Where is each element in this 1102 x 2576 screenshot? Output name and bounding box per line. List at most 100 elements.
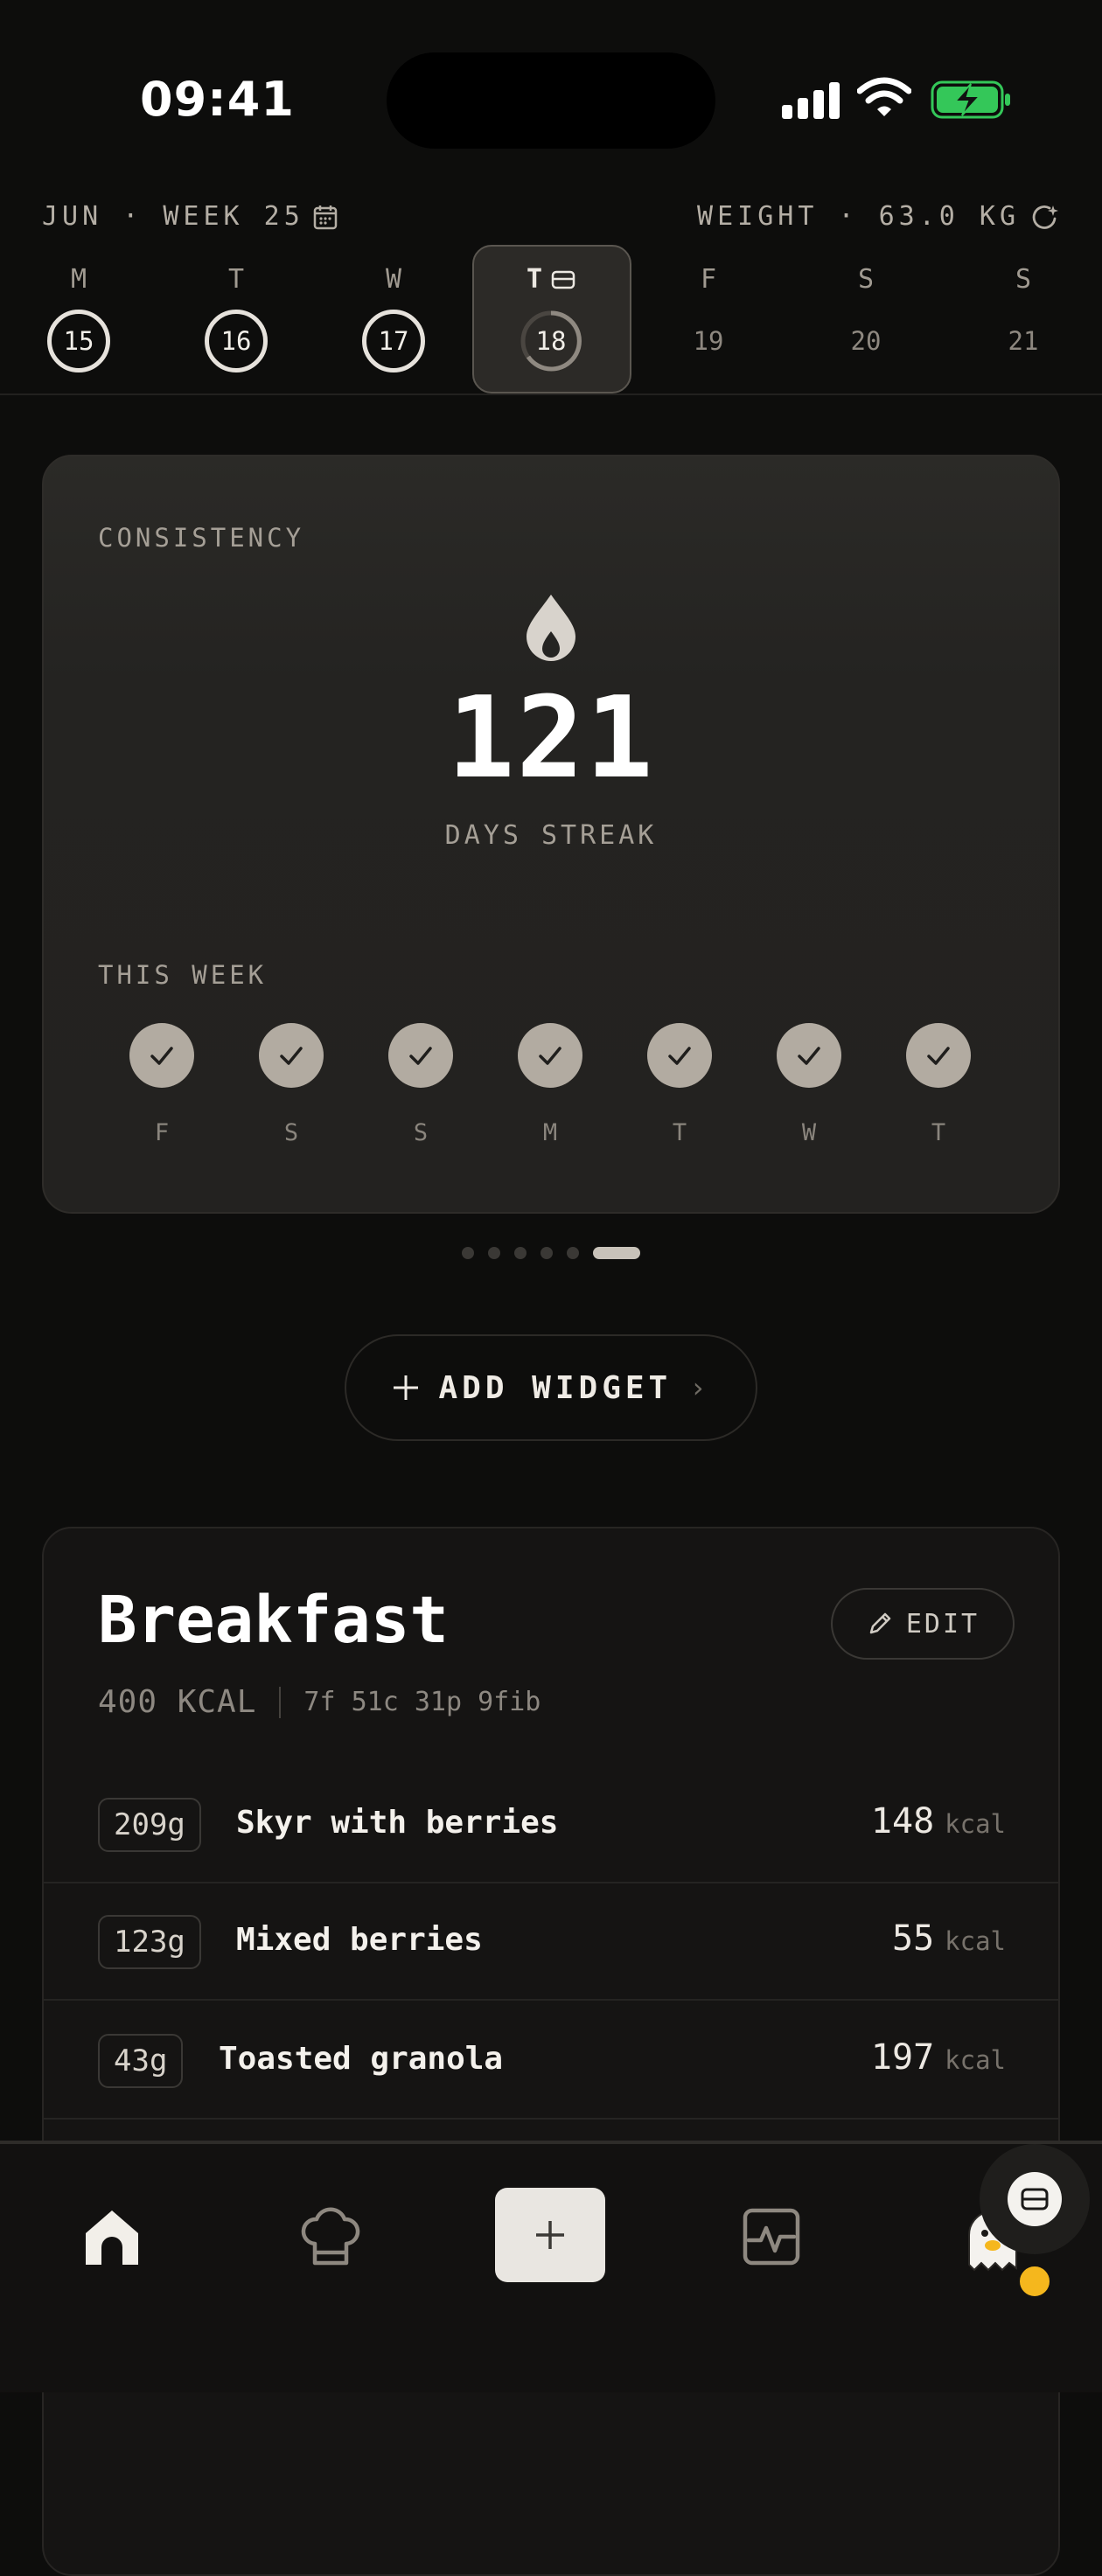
chef-hat-icon[interactable] xyxy=(296,2202,366,2272)
day-sun[interactable]: S 21 xyxy=(980,262,1067,372)
day-wed[interactable]: W 17 xyxy=(350,262,437,372)
food-name: Toasted granola xyxy=(219,2041,504,2077)
food-kcal: 55 kcal xyxy=(892,1918,1006,1959)
day-date: 16 xyxy=(205,310,268,372)
day-date: 15 xyxy=(47,310,110,372)
day-check-label: M xyxy=(542,1119,558,1146)
page-dot[interactable] xyxy=(488,1247,500,1259)
day-check-label: S xyxy=(283,1119,299,1146)
week-label[interactable]: JUN · WEEK 25 xyxy=(42,201,338,232)
food-quantity: 209g xyxy=(98,1798,201,1852)
add-widget-label: ADD WIDGET xyxy=(438,1369,673,1406)
day-letter: T xyxy=(227,264,245,295)
day-mon[interactable]: M 15 xyxy=(35,262,122,372)
kcal-value: 197 xyxy=(870,2037,935,2078)
checkmark-icon xyxy=(798,1047,820,1065)
checkmark-icon xyxy=(668,1047,691,1065)
summary-separator xyxy=(279,1686,282,1718)
food-row[interactable]: 123g Mixed berries 55 kcal xyxy=(44,1883,1058,2001)
checkmark-icon xyxy=(150,1047,173,1065)
edit-meal-button[interactable]: EDIT xyxy=(831,1588,1015,1660)
refresh-sparkle-icon xyxy=(1032,205,1058,229)
food-row[interactable]: 43g Toasted granola 197 kcal xyxy=(44,2002,1058,2120)
kcal-value: 55 xyxy=(891,1918,935,1959)
notification-badge xyxy=(1016,2263,1053,2300)
page-dot[interactable] xyxy=(593,1247,640,1259)
day-letter: M xyxy=(70,264,87,295)
day-letter: S xyxy=(857,264,875,295)
day-check xyxy=(259,1023,324,1088)
this-week-title: THIS WEEK xyxy=(98,960,268,990)
meal-kcal: 400 KCAL xyxy=(98,1684,257,1720)
inbox-icon xyxy=(1021,2188,1049,2210)
calendar-icon xyxy=(313,205,338,229)
streak-count: 121 xyxy=(447,673,655,804)
dynamic-island xyxy=(387,52,715,149)
cellular-signal-icon xyxy=(782,82,841,119)
day-check-label: T xyxy=(672,1119,687,1146)
day-check-label: S xyxy=(413,1119,429,1146)
weight-text: WEIGHT · 63.0 KG xyxy=(697,201,1020,232)
day-check-label: F xyxy=(154,1119,170,1146)
day-letter: S xyxy=(1015,264,1032,295)
activity-icon[interactable] xyxy=(736,2202,806,2272)
meal-summary: 400 KCAL 7f 51c 31p 9fib xyxy=(98,1684,541,1720)
home-icon[interactable] xyxy=(77,2202,147,2272)
day-letter: W xyxy=(385,264,402,295)
day-date-progress: 18 xyxy=(520,310,582,372)
page-dot[interactable] xyxy=(541,1247,553,1259)
day-check-label: T xyxy=(931,1119,946,1146)
day-check xyxy=(647,1023,712,1088)
food-quantity: 123g xyxy=(98,1915,201,1969)
food-quantity: 43g xyxy=(98,2034,184,2088)
edit-label: EDIT xyxy=(905,1608,980,1640)
header-divider xyxy=(0,393,1102,395)
plus-icon xyxy=(394,1375,419,1400)
checkmark-icon xyxy=(409,1047,432,1065)
kcal-value: 148 xyxy=(870,1801,935,1841)
page-dot[interactable] xyxy=(567,1247,579,1259)
day-letter-row: T xyxy=(507,262,595,297)
food-row[interactable]: 209g Skyr with berries 148 kcal xyxy=(44,1766,1058,1883)
day-check xyxy=(777,1023,841,1088)
day-date: 19 xyxy=(693,326,724,356)
day-date: 18 xyxy=(535,326,567,356)
food-name: Skyr with berries xyxy=(236,1805,559,1841)
weight-label[interactable]: WEIGHT · 63.0 KG xyxy=(697,201,1060,232)
day-check xyxy=(906,1023,971,1088)
meal-title: Breakfast xyxy=(98,1583,449,1658)
status-time: 09:41 xyxy=(140,72,295,127)
wifi-icon xyxy=(857,77,911,116)
day-date: 20 xyxy=(850,326,882,356)
day-sat[interactable]: S 20 xyxy=(822,262,910,372)
day-check xyxy=(388,1023,453,1088)
envelope-icon xyxy=(551,270,575,289)
day-fri[interactable]: F 19 xyxy=(665,262,752,372)
chevron-right-icon: › xyxy=(689,1371,711,1404)
food-kcal: 148 kcal xyxy=(871,1801,1006,1841)
day-letter: F xyxy=(700,264,717,295)
streak-label: DAYS STREAK xyxy=(444,820,658,851)
pencil-icon xyxy=(869,1612,891,1634)
day-check xyxy=(518,1023,582,1088)
food-name: Mixed berries xyxy=(236,1922,483,1958)
add-food-button[interactable] xyxy=(495,2188,605,2282)
plus-icon xyxy=(536,2221,564,2249)
kcal-unit: kcal xyxy=(945,1926,1006,1956)
food-kcal: 197 kcal xyxy=(871,2037,1006,2078)
battery-charging-icon xyxy=(931,80,1010,119)
page-dot[interactable] xyxy=(514,1247,527,1259)
checkmark-icon xyxy=(280,1047,303,1065)
day-check xyxy=(129,1023,194,1088)
kcal-unit: kcal xyxy=(945,2045,1006,2075)
meal-macros: 7f 51c 31p 9fib xyxy=(303,1687,541,1717)
day-tue[interactable]: T 16 xyxy=(192,262,280,372)
add-widget-button[interactable]: ADD WIDGET › xyxy=(345,1334,757,1441)
day-thu-today[interactable]: T 18 xyxy=(507,262,595,372)
inbox-fab-inner xyxy=(1008,2172,1062,2226)
day-check-label: W xyxy=(801,1119,817,1146)
page-dot[interactable] xyxy=(462,1247,474,1259)
day-date: 17 xyxy=(362,310,425,372)
checkmark-icon xyxy=(539,1047,561,1065)
consistency-title: CONSISTENCY xyxy=(98,523,305,553)
